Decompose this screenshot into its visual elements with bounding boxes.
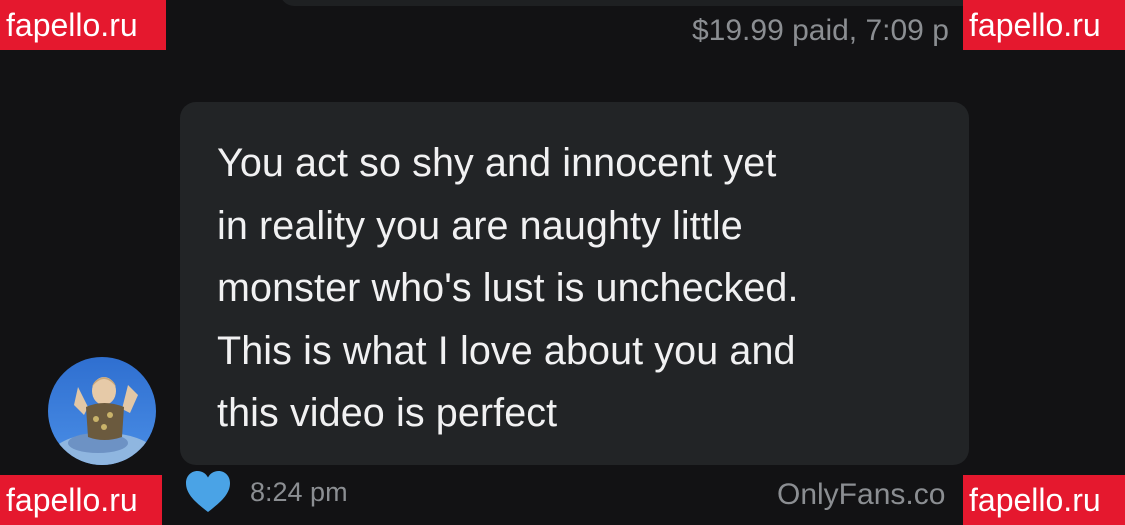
message-text: You act so shy and innocent yet in reali… [217, 141, 799, 435]
message-time: 8:24 pm [250, 477, 348, 507]
watermark-bottom-left: fapello.ru [0, 475, 162, 525]
message-bubble: You act so shy and innocent yet in reali… [180, 102, 969, 465]
sender-avatar[interactable] [48, 357, 156, 465]
watermark-bottom-right: fapello.ru [963, 475, 1125, 525]
like-heart-shape [186, 471, 230, 512]
watermark-top-right: fapello.ru [963, 0, 1125, 50]
previous-message-meta: $19.99 paid, 7:09 p [692, 14, 949, 47]
watermark-top-left: fapello.ru [0, 0, 166, 50]
site-watermark-text: OnlyFans.co [777, 478, 946, 511]
avatar-image [48, 357, 156, 465]
heart-icon[interactable] [185, 470, 231, 514]
